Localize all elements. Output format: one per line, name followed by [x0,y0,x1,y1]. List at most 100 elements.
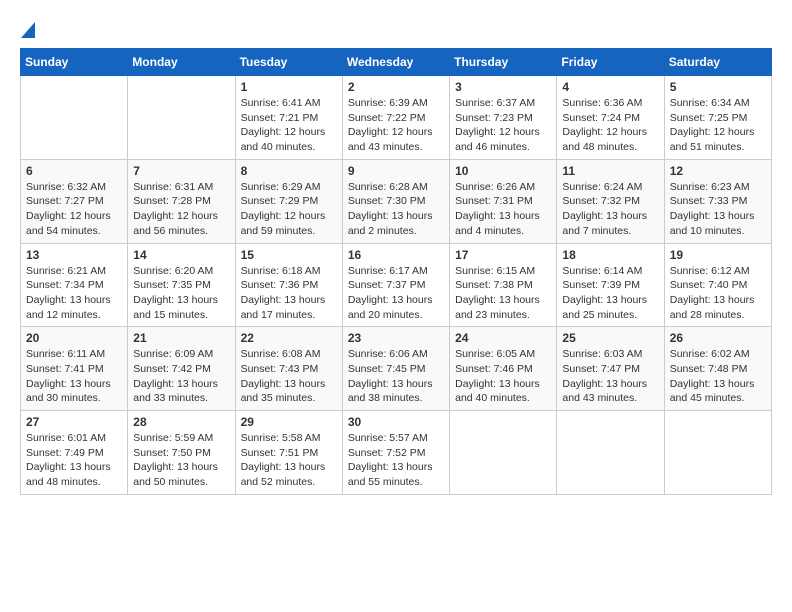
cell-info: Sunrise: 6:39 AMSunset: 7:22 PMDaylight:… [348,96,444,155]
calendar-cell: 20Sunrise: 6:11 AMSunset: 7:41 PMDayligh… [21,327,128,411]
calendar-cell: 14 Sunrise: 6:20 AMSunset: 7:35 PMDayligh… [128,243,235,327]
calendar-cell: 22 Sunrise: 6:08 AMSunset: 7:43 PMDayligh… [235,327,342,411]
cell-date-number: 2 [348,80,444,94]
cell-date-number: 17 [455,248,551,262]
cell-date-number: 30 [348,415,444,429]
calendar-cell: 6 Sunrise: 6:32 AMSunset: 7:27 PMDaylight… [21,159,128,243]
cell-info: Sunrise: 6:23 AMSunset: 7:33 PMDaylight:… [670,180,766,239]
cell-date-number: 26 [670,331,766,345]
cell-date-number: 25 [562,331,658,345]
cell-info: Sunrise: 6:08 AMSunset: 7:43 PMDaylight:… [241,347,337,406]
cell-info: Sunrise: 5:58 AMSunset: 7:51 PMDaylight:… [241,431,337,490]
cell-info: Sunrise: 6:05 AMSunset: 7:46 PMDaylight:… [455,347,551,406]
cell-info: Sunrise: 6:36 AMSunset: 7:24 PMDaylight:… [562,96,658,155]
cell-date-number: 1 [241,80,337,94]
calendar-week-row: 1 Sunrise: 6:41 AMSunset: 7:21 PMDaylight… [21,76,772,160]
cell-date-number: 9 [348,164,444,178]
calendar-cell: 27 Sunrise: 6:01 AMSunset: 7:49 PMDayligh… [21,411,128,495]
cell-date-number: 14 [133,248,229,262]
cell-info: Sunrise: 6:01 AMSunset: 7:49 PMDaylight:… [26,431,122,490]
calendar-cell: 1 Sunrise: 6:41 AMSunset: 7:21 PMDaylight… [235,76,342,160]
weekday-header-friday: Friday [557,49,664,76]
calendar-cell: 2 Sunrise: 6:39 AMSunset: 7:22 PMDaylight… [342,76,449,160]
calendar-header-row: SundayMondayTuesdayWednesdayThursdayFrid… [21,49,772,76]
cell-date-number: 11 [562,164,658,178]
logo-triangle-icon [21,18,35,38]
cell-date-number: 13 [26,248,122,262]
calendar-week-row: 13 Sunrise: 6:21 AMSunset: 7:34 PMDayligh… [21,243,772,327]
calendar-cell: 3Sunrise: 6:37 AMSunset: 7:23 PMDaylight… [450,76,557,160]
calendar-cell: 4 Sunrise: 6:36 AMSunset: 7:24 PMDaylight… [557,76,664,160]
calendar-cell: 26Sunrise: 6:02 AMSunset: 7:48 PMDayligh… [664,327,771,411]
calendar-week-row: 6 Sunrise: 6:32 AMSunset: 7:27 PMDaylight… [21,159,772,243]
cell-date-number: 19 [670,248,766,262]
cell-info: Sunrise: 6:31 AMSunset: 7:28 PMDaylight:… [133,180,229,239]
cell-date-number: 29 [241,415,337,429]
weekday-header-thursday: Thursday [450,49,557,76]
calendar-cell: 8 Sunrise: 6:29 AMSunset: 7:29 PMDaylight… [235,159,342,243]
cell-info: Sunrise: 6:06 AMSunset: 7:45 PMDaylight:… [348,347,444,406]
calendar-cell: 13 Sunrise: 6:21 AMSunset: 7:34 PMDayligh… [21,243,128,327]
calendar-cell: 23 Sunrise: 6:06 AMSunset: 7:45 PMDayligh… [342,327,449,411]
cell-info: Sunrise: 6:28 AMSunset: 7:30 PMDaylight:… [348,180,444,239]
calendar-cell: 18Sunrise: 6:14 AMSunset: 7:39 PMDayligh… [557,243,664,327]
cell-date-number: 8 [241,164,337,178]
cell-info: Sunrise: 6:15 AMSunset: 7:38 PMDaylight:… [455,264,551,323]
calendar-cell: 9 Sunrise: 6:28 AMSunset: 7:30 PMDaylight… [342,159,449,243]
cell-info: Sunrise: 6:03 AMSunset: 7:47 PMDaylight:… [562,347,658,406]
cell-info: Sunrise: 6:26 AMSunset: 7:31 PMDaylight:… [455,180,551,239]
cell-date-number: 27 [26,415,122,429]
cell-date-number: 28 [133,415,229,429]
calendar-cell: 29 Sunrise: 5:58 AMSunset: 7:51 PMDayligh… [235,411,342,495]
calendar-cell: 17 Sunrise: 6:15 AMSunset: 7:38 PMDayligh… [450,243,557,327]
calendar-cell: 12Sunrise: 6:23 AMSunset: 7:33 PMDayligh… [664,159,771,243]
cell-info: Sunrise: 6:12 AMSunset: 7:40 PMDaylight:… [670,264,766,323]
cell-info: Sunrise: 6:14 AMSunset: 7:39 PMDaylight:… [562,264,658,323]
weekday-header-saturday: Saturday [664,49,771,76]
cell-info: Sunrise: 6:17 AMSunset: 7:37 PMDaylight:… [348,264,444,323]
calendar-cell [557,411,664,495]
cell-info: Sunrise: 6:09 AMSunset: 7:42 PMDaylight:… [133,347,229,406]
weekday-header-sunday: Sunday [21,49,128,76]
cell-date-number: 3 [455,80,551,94]
cell-info: Sunrise: 6:11 AMSunset: 7:41 PMDaylight:… [26,347,122,406]
weekday-header-monday: Monday [128,49,235,76]
cell-date-number: 7 [133,164,229,178]
cell-date-number: 21 [133,331,229,345]
cell-info: Sunrise: 5:57 AMSunset: 7:52 PMDaylight:… [348,431,444,490]
calendar-cell: 10Sunrise: 6:26 AMSunset: 7:31 PMDayligh… [450,159,557,243]
calendar-cell: 30 Sunrise: 5:57 AMSunset: 7:52 PMDayligh… [342,411,449,495]
cell-date-number: 22 [241,331,337,345]
cell-info: Sunrise: 6:20 AMSunset: 7:35 PMDaylight:… [133,264,229,323]
cell-info: Sunrise: 6:29 AMSunset: 7:29 PMDaylight:… [241,180,337,239]
cell-date-number: 5 [670,80,766,94]
weekday-header-tuesday: Tuesday [235,49,342,76]
calendar-cell: 21 Sunrise: 6:09 AMSunset: 7:42 PMDayligh… [128,327,235,411]
cell-info: Sunrise: 6:21 AMSunset: 7:34 PMDaylight:… [26,264,122,323]
calendar-cell [128,76,235,160]
cell-date-number: 4 [562,80,658,94]
page-header [20,20,772,38]
weekday-header-wednesday: Wednesday [342,49,449,76]
cell-info: Sunrise: 6:24 AMSunset: 7:32 PMDaylight:… [562,180,658,239]
calendar-cell: 7 Sunrise: 6:31 AMSunset: 7:28 PMDaylight… [128,159,235,243]
calendar-cell: 19 Sunrise: 6:12 AMSunset: 7:40 PMDayligh… [664,243,771,327]
logo [20,20,35,38]
cell-date-number: 23 [348,331,444,345]
calendar-cell [664,411,771,495]
calendar-cell: 25 Sunrise: 6:03 AMSunset: 7:47 PMDayligh… [557,327,664,411]
cell-info: Sunrise: 6:32 AMSunset: 7:27 PMDaylight:… [26,180,122,239]
calendar-table: SundayMondayTuesdayWednesdayThursdayFrid… [20,48,772,495]
cell-info: Sunrise: 6:18 AMSunset: 7:36 PMDaylight:… [241,264,337,323]
cell-date-number: 24 [455,331,551,345]
calendar-cell: 5Sunrise: 6:34 AMSunset: 7:25 PMDaylight… [664,76,771,160]
cell-date-number: 6 [26,164,122,178]
calendar-cell [21,76,128,160]
calendar-week-row: 20Sunrise: 6:11 AMSunset: 7:41 PMDayligh… [21,327,772,411]
cell-date-number: 15 [241,248,337,262]
calendar-cell: 24 Sunrise: 6:05 AMSunset: 7:46 PMDayligh… [450,327,557,411]
cell-info: Sunrise: 6:41 AMSunset: 7:21 PMDaylight:… [241,96,337,155]
calendar-week-row: 27 Sunrise: 6:01 AMSunset: 7:49 PMDayligh… [21,411,772,495]
calendar-cell: 16Sunrise: 6:17 AMSunset: 7:37 PMDayligh… [342,243,449,327]
calendar-cell [450,411,557,495]
